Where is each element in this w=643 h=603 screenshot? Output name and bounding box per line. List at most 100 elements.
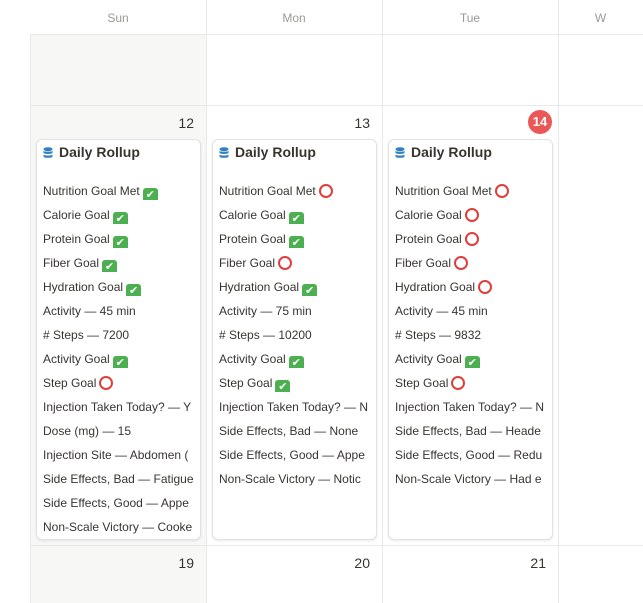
property-text: Fiber Goal: [43, 256, 100, 270]
card-property: Activity Goal ✔: [219, 350, 370, 368]
calendar-day-cell[interactable]: [206, 545, 382, 603]
day-number[interactable]: 20: [354, 555, 370, 571]
card-property: Side Effects, Good — Appe: [219, 446, 370, 464]
card-property: # Steps — 9832: [395, 326, 546, 344]
card-property: Hydration Goal ✔: [219, 278, 370, 296]
grid-line: [30, 545, 643, 546]
property-text: Dose (mg) — 15: [43, 424, 132, 438]
circle-icon: [278, 256, 293, 270]
check-icon: ✔: [275, 380, 291, 392]
property-text: Calorie Goal: [43, 208, 110, 222]
circle-icon: [464, 232, 479, 246]
grid-line: [206, 0, 207, 603]
calendar-day-cell[interactable]: [558, 34, 643, 105]
calendar-day-cell[interactable]: [558, 105, 643, 545]
property-text: Side Effects, Bad — Heade: [395, 424, 541, 438]
property-text: Side Effects, Good — Redu: [395, 448, 543, 462]
property-text: Fiber Goal: [219, 256, 276, 270]
property-text: Hydration Goal: [219, 280, 300, 294]
card-property: Activity — 45 min: [395, 302, 546, 320]
today-badge[interactable]: 14: [528, 110, 552, 134]
card-title[interactable]: Daily Rollup: [219, 144, 316, 162]
calendar-day-cell[interactable]: [382, 34, 558, 105]
check-icon: ✔: [112, 236, 128, 248]
calendar-day-cell[interactable]: [30, 34, 206, 105]
calendar-day-cell[interactable]: [558, 545, 643, 603]
card-property: Fiber Goal ✔: [43, 254, 194, 272]
grid-line: [30, 105, 643, 106]
card-title-text: Daily Rollup: [235, 144, 316, 160]
card-title[interactable]: Daily Rollup: [395, 144, 492, 162]
card-property: Calorie Goal ✔: [219, 206, 370, 224]
property-text: Calorie Goal: [395, 208, 462, 222]
property-text: Activity Goal: [43, 352, 110, 366]
card-property: Calorie Goal: [395, 206, 546, 224]
check-icon: ✔: [288, 356, 304, 368]
day-number[interactable]: 21: [530, 555, 546, 571]
check-icon: ✔: [112, 212, 128, 224]
property-text: Nutrition Goal Met: [43, 184, 140, 198]
property-text: Activity Goal: [395, 352, 462, 366]
day-number[interactable]: 12: [178, 115, 194, 131]
card-property: Activity Goal ✔: [43, 350, 194, 368]
card-property: Protein Goal ✔: [219, 230, 370, 248]
property-text: Activity — 45 min: [43, 304, 136, 318]
property-text: Protein Goal: [395, 232, 462, 246]
property-text: Non-Scale Victory — Had e: [395, 472, 542, 486]
card-property: Fiber Goal: [395, 254, 546, 272]
card-property: Hydration Goal: [395, 278, 546, 296]
day-header-w: W: [594, 11, 607, 25]
day-number[interactable]: 13: [354, 115, 370, 131]
property-text: Injection Taken Today? — N: [219, 400, 368, 414]
grid-line: [30, 34, 643, 35]
property-text: Step Goal: [43, 376, 97, 390]
card-property: Step Goal ✔: [219, 374, 370, 392]
property-text: Calorie Goal: [219, 208, 286, 222]
card-title-text: Daily Rollup: [411, 144, 492, 160]
card-property: Non-Scale Victory — Cooke: [43, 518, 194, 536]
card-title[interactable]: Daily Rollup: [43, 144, 140, 162]
check-icon: ✔: [126, 284, 142, 296]
check-icon: ✔: [142, 188, 158, 200]
daily-rollup-card[interactable]: Daily Rollup Nutrition Goal Met Calorie Go…: [212, 139, 377, 540]
circle-icon: [454, 256, 469, 270]
property-text: # Steps — 10200: [219, 328, 312, 342]
property-text: Injection Taken Today? — Y: [43, 400, 192, 414]
card-property: Side Effects, Bad — Fatigue: [43, 470, 194, 488]
check-icon: ✔: [102, 260, 118, 272]
card-property: Step Goal: [395, 374, 546, 392]
card-property: # Steps — 10200: [219, 326, 370, 344]
check-icon: ✔: [464, 356, 480, 368]
property-text: Activity — 45 min: [395, 304, 488, 318]
card-property: Side Effects, Good — Redu: [395, 446, 546, 464]
circle-icon: [494, 184, 509, 198]
calendar-day-cell[interactable]: [382, 545, 558, 603]
property-text: Activity Goal: [219, 352, 286, 366]
property-text: Nutrition Goal Met: [219, 184, 316, 198]
grid-line: [382, 0, 383, 603]
check-icon: ✔: [288, 212, 304, 224]
card-property: Non-Scale Victory — Notic: [219, 470, 370, 488]
card-property: Hydration Goal ✔: [43, 278, 194, 296]
property-text: Non-Scale Victory — Cooke: [43, 520, 193, 534]
calendar-day-cell[interactable]: [30, 545, 206, 603]
property-text: Step Goal: [395, 376, 449, 390]
calendar-day-cell[interactable]: [206, 34, 382, 105]
circle-icon: [451, 376, 466, 390]
card-property: Activity — 75 min: [219, 302, 370, 320]
grid-line: [558, 0, 559, 603]
card-property: Nutrition Goal Met: [395, 182, 546, 200]
day-number[interactable]: 19: [178, 555, 194, 571]
circle-icon: [464, 208, 479, 222]
database-icon: [395, 146, 405, 162]
property-text: Side Effects, Good — Appe: [43, 496, 189, 510]
property-text: # Steps — 7200: [43, 328, 130, 342]
circle-icon: [318, 184, 333, 198]
day-header-tue: Tue: [459, 11, 481, 25]
property-text: Protein Goal: [43, 232, 110, 246]
property-text: Step Goal: [219, 376, 273, 390]
grid-line: [30, 34, 31, 603]
daily-rollup-card[interactable]: Daily Rollup Nutrition Goal Met ✔ Calorie G…: [36, 139, 201, 540]
property-text: Nutrition Goal Met: [395, 184, 492, 198]
daily-rollup-card[interactable]: Daily Rollup Nutrition Goal Met Calorie Go…: [388, 139, 553, 540]
